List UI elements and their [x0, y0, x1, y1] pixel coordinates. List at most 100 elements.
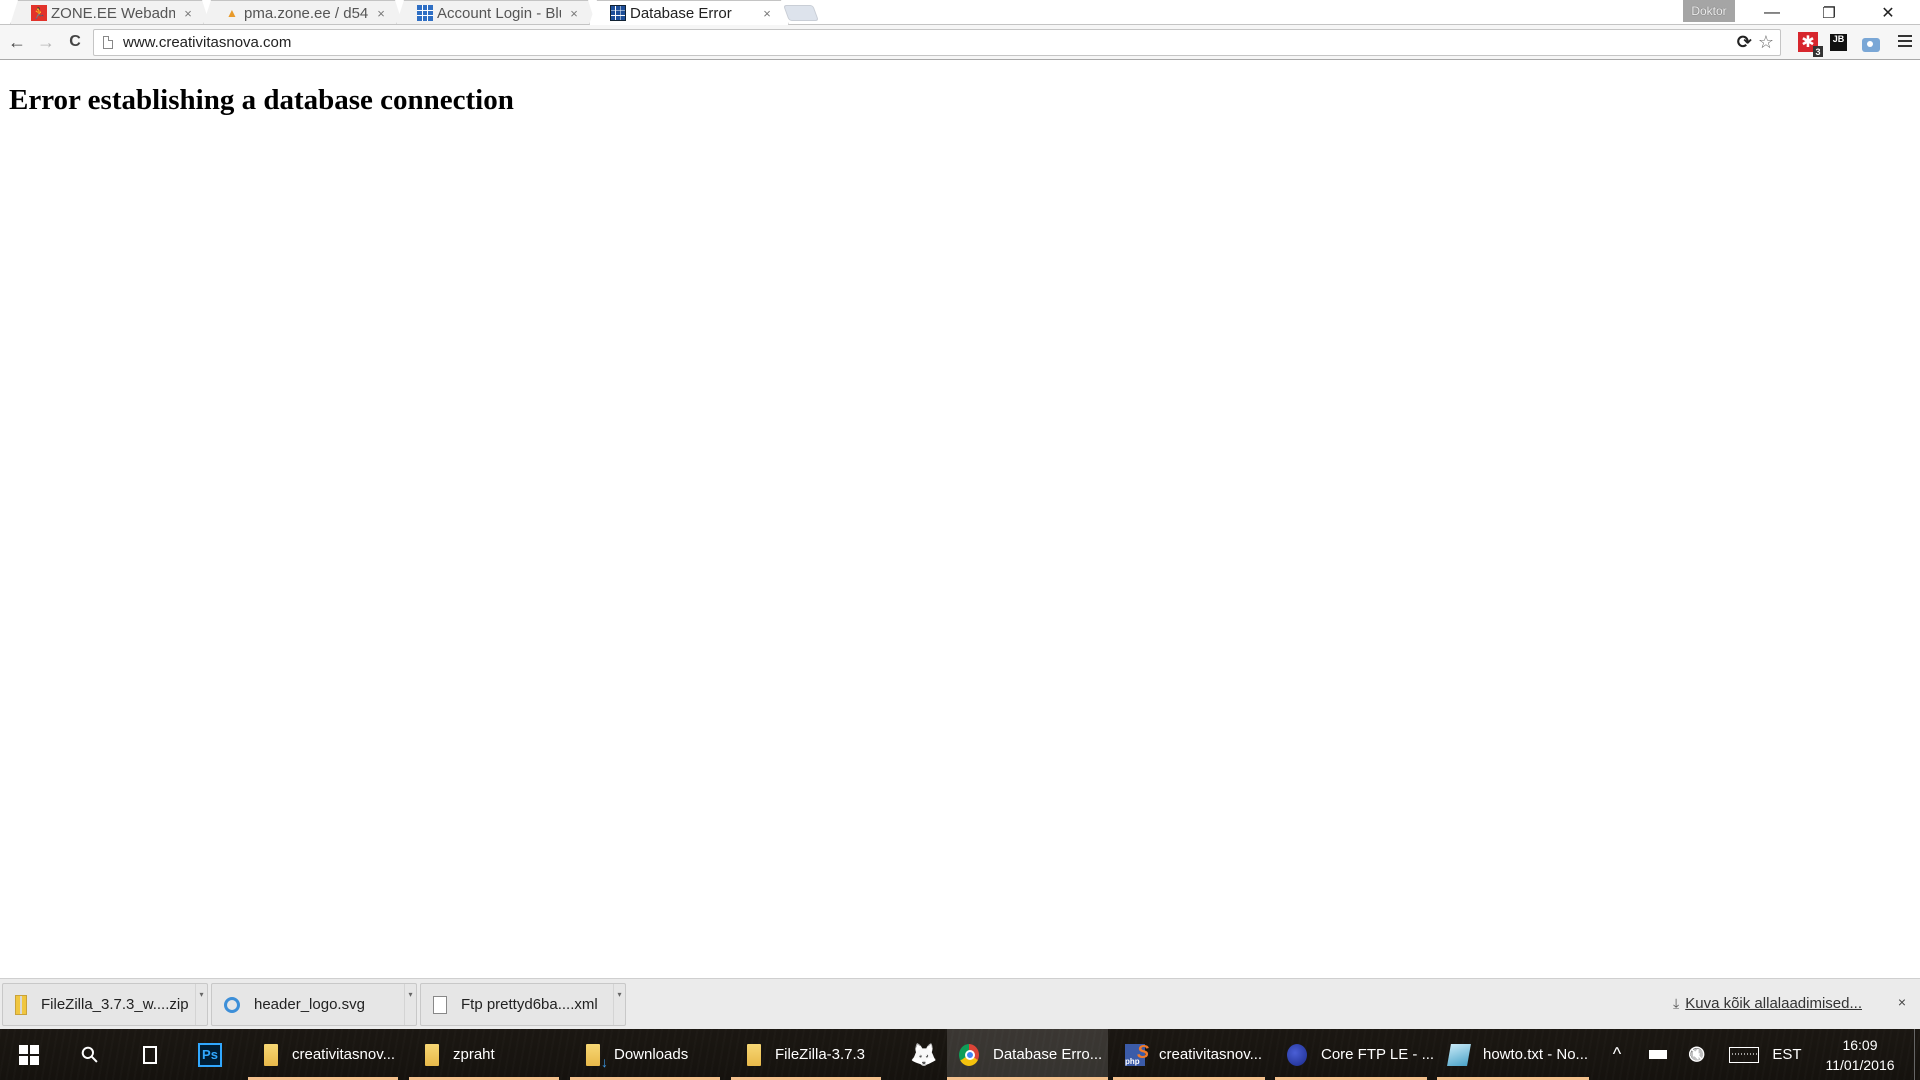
minimize-button[interactable]: —: [1748, 0, 1796, 25]
download-menu-caret[interactable]: ▾: [404, 984, 416, 1025]
taskbar-item[interactable]: Core FTP LE - ...: [1275, 1029, 1434, 1080]
bookmark-star-icon[interactable]: ☆: [1758, 32, 1774, 53]
chrome-menu-icon[interactable]: [1898, 35, 1912, 49]
tab-close-icon[interactable]: ×: [760, 6, 774, 21]
restore-button[interactable]: ❐: [1805, 0, 1853, 25]
jetbrains-extension-icon[interactable]: JB: [1830, 34, 1847, 51]
download-shelf: FileZilla_3.7.3_w....zip ▾ header_logo.s…: [0, 978, 1920, 1029]
taskbar-item-label: creativitasnov...: [1159, 1046, 1263, 1063]
tab-title: ZONE.EE Webadmin: [51, 4, 175, 22]
taskbar-item[interactable]: php creativitasnov...: [1113, 1029, 1265, 1080]
download-name: FileZilla_3.7.3_w....zip: [41, 996, 189, 1013]
battery-icon[interactable]: [1643, 1029, 1673, 1080]
page-content: Error establishing a database connection: [0, 61, 1920, 978]
download-name: Ftp prettyd6ba....xml: [461, 996, 598, 1013]
taskbar-item-label: Core FTP LE - ...: [1321, 1046, 1435, 1063]
tab-close-icon[interactable]: ×: [374, 6, 388, 21]
phpmyadmin-favicon: ▲: [226, 6, 238, 20]
forward-button[interactable]: →: [33, 29, 59, 55]
task-view-icon: [143, 1045, 157, 1064]
taskbar-item[interactable]: howto.txt - No...: [1437, 1029, 1589, 1080]
taskbar-item-label: howto.txt - No...: [1483, 1046, 1589, 1063]
url-text[interactable]: www.creativitasnova.com: [123, 34, 291, 51]
taskbar-item[interactable]: zpraht: [409, 1029, 559, 1080]
taskbar-item-label: creativitasnov...: [292, 1046, 396, 1063]
lastpass-badge: 3: [1813, 46, 1823, 57]
show-hidden-icons[interactable]: ^: [1603, 1029, 1631, 1080]
chrome-icon: [959, 1043, 979, 1066]
taskbar-item-label: Downloads: [614, 1046, 689, 1063]
core-ftp-icon: [1287, 1043, 1307, 1066]
folder-icon: [264, 1043, 278, 1066]
ie-file-icon: [224, 996, 240, 1013]
taskbar-item-active[interactable]: Database Erro...: [947, 1029, 1108, 1080]
folder-icon: [425, 1043, 439, 1066]
download-menu-caret[interactable]: ▾: [195, 984, 207, 1025]
back-button[interactable]: ←: [4, 29, 30, 55]
new-tab-button[interactable]: [783, 5, 819, 21]
reload-button[interactable]: C: [62, 29, 88, 55]
touch-keyboard-icon[interactable]: [1722, 1029, 1766, 1080]
download-open[interactable]: FileZilla_3.7.3_w....zip: [3, 984, 195, 1025]
phpstorm-icon: php: [1125, 1042, 1149, 1066]
clock-time: 16:09: [1842, 1036, 1878, 1053]
photoshop-icon: Ps: [198, 1042, 222, 1067]
tab-close-icon[interactable]: ×: [567, 6, 581, 21]
tab-strip: 🏃 ZONE.EE Webadmin × ▲ pma.zone.ee / d54…: [0, 0, 1920, 25]
start-button[interactable]: [0, 1029, 58, 1080]
lastpass-extension-icon[interactable]: ✱ 3: [1798, 32, 1823, 57]
search-button[interactable]: ⚲: [62, 1029, 118, 1080]
show-desktop-button[interactable]: [1914, 1029, 1915, 1080]
notepad-icon: [1447, 1043, 1471, 1066]
taskbar-item[interactable]: Downloads: [570, 1029, 720, 1080]
download-item[interactable]: header_logo.svg ▾: [211, 983, 417, 1026]
windows-logo-icon: [19, 1044, 39, 1065]
downloads-folder-icon: [586, 1043, 608, 1070]
taskbar-item[interactable]: FileZilla-3.7.3: [731, 1029, 881, 1080]
system-clock[interactable]: 16:09 11/01/2016: [1800, 1029, 1920, 1080]
tab-title: Account Login - Blue: [437, 4, 559, 22]
download-menu-caret[interactable]: ▾: [613, 984, 625, 1025]
clock-date: 11/01/2016: [1825, 1056, 1895, 1073]
close-shelf-button[interactable]: ×: [1898, 994, 1906, 1010]
grid-favicon: [610, 5, 626, 21]
camera-extension-icon[interactable]: [1862, 38, 1880, 52]
tab-pma-zone-ee[interactable]: ▲ pma.zone.ee / d5498 ×: [203, 0, 403, 25]
download-open[interactable]: Ftp prettyd6ba....xml: [421, 984, 613, 1025]
download-item[interactable]: FileZilla_3.7.3_w....zip ▾: [2, 983, 208, 1026]
fox-icon: 🦊: [910, 1041, 938, 1067]
download-item[interactable]: Ftp prettyd6ba....xml ▾: [420, 983, 626, 1026]
tab-database-error[interactable]: Database Error ×: [589, 0, 789, 25]
search-icon: ⚲: [75, 1039, 105, 1069]
volume-muted-icon[interactable]: 🔇: [1682, 1029, 1712, 1080]
show-all-downloads-link[interactable]: Kuva kõik allalaadimised...: [1685, 995, 1862, 1012]
show-all-downloads[interactable]: ⤓ Kuva kõik allalaadimised...: [1673, 995, 1862, 1012]
windows-taskbar: ⚲ Ps creativitasnov... zpraht Downloads …: [0, 1029, 1920, 1080]
download-open[interactable]: header_logo.svg: [212, 984, 404, 1025]
close-window-button[interactable]: ✕: [1864, 0, 1912, 25]
grid-favicon: [417, 5, 433, 21]
page-icon: [103, 36, 113, 49]
taskbar-item[interactable]: creativitasnov...: [248, 1029, 398, 1080]
profile-button[interactable]: Doktor: [1683, 0, 1735, 22]
download-arrow-icon: ⤓: [1673, 995, 1680, 1011]
tab-title: pma.zone.ee / d5498: [244, 4, 368, 22]
task-view-button[interactable]: [122, 1029, 178, 1080]
download-name: header_logo.svg: [254, 996, 365, 1013]
zip-file-icon: [15, 994, 27, 1015]
taskbar-item-label: zpraht: [453, 1046, 495, 1063]
address-bar[interactable]: www.creativitasnova.com ⟳ ☆: [93, 29, 1781, 56]
tab-zone-ee-webadmin[interactable]: 🏃 ZONE.EE Webadmin ×: [10, 0, 210, 25]
browser-toolbar: ← → C www.creativitasnova.com ⟳ ☆ ✱ 3 JB: [0, 24, 1920, 60]
tab-account-login[interactable]: Account Login - Blue ×: [396, 0, 596, 25]
photoshop-pinned[interactable]: Ps: [182, 1029, 238, 1080]
folder-icon: [747, 1043, 761, 1066]
taskbar-item-label: FileZilla-3.7.3: [775, 1046, 866, 1063]
foxyproxy-pinned[interactable]: 🦊: [900, 1029, 948, 1080]
zone-ee-favicon: 🏃: [31, 5, 47, 21]
blank-file-icon: [433, 995, 447, 1014]
taskbar-item-label: Database Erro...: [993, 1046, 1103, 1063]
sync-icon[interactable]: ⟳: [1737, 32, 1752, 53]
tab-title: Database Error: [630, 4, 732, 22]
tab-close-icon[interactable]: ×: [181, 6, 195, 21]
